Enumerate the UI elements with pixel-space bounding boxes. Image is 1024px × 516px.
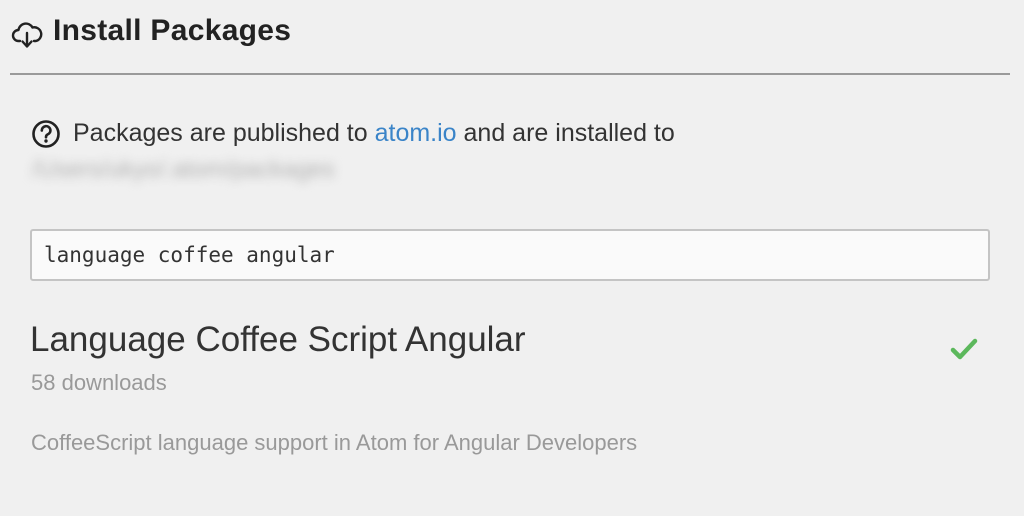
- section-header: Install Packages: [10, 0, 1010, 75]
- page-title: Install Packages: [53, 14, 292, 47]
- package-name[interactable]: Language Coffee Script Angular: [30, 320, 526, 360]
- atom-io-link[interactable]: atom.io: [375, 119, 457, 147]
- package-downloads: 58 downloads: [31, 370, 167, 395]
- check-icon: [950, 338, 978, 360]
- info-text-after: and are installed to: [456, 119, 675, 147]
- package-description: CoffeeScript language support in Atom fo…: [31, 430, 638, 455]
- install-packages-panel: Install Packages Packages are published …: [0, 0, 1024, 516]
- info-text-before: Packages are published to: [73, 119, 375, 147]
- question-circle-icon: [32, 120, 60, 148]
- info-text: Packages are published to atom.io and ar…: [73, 119, 675, 148]
- install-path: /Users/ukyo/.atom/packages: [32, 156, 335, 183]
- cloud-download-icon: [11, 22, 43, 48]
- search-packages-input[interactable]: [30, 229, 990, 281]
